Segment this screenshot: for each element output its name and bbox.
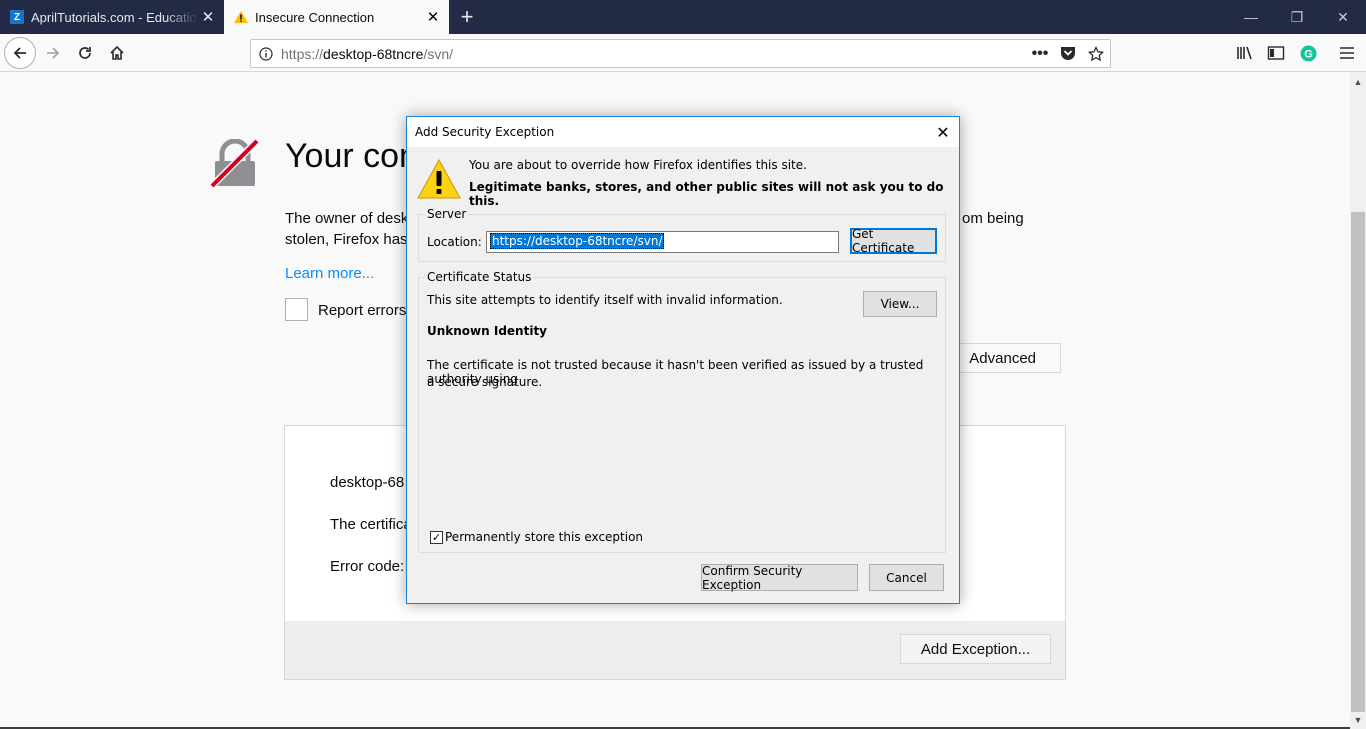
svg-text:G: G [1304,48,1313,60]
site-info-icon[interactable] [251,46,281,61]
forward-arrow-icon [47,47,60,59]
url-bar[interactable]: https://desktop-68tncre/svn/ ••• [250,39,1111,68]
sidebar-icon[interactable] [1261,38,1291,68]
navigation-toolbar: https://desktop-68tncre/svn/ ••• G [0,34,1366,72]
panel-error-code: Error code: [330,558,405,575]
tab-insecure-connection[interactable]: Insecure Connection ✕ [224,0,449,34]
home-icon [110,45,124,60]
tab-strip: Z AprilTutorials.com - Educational ✕ Ins… [0,0,1366,34]
identity-desc-line2: a secure signature. [427,375,543,389]
desc-line1-right: om being [962,210,1024,227]
bookmark-star-icon[interactable] [1082,45,1110,62]
pocket-icon[interactable] [1054,46,1082,61]
page-actions-icon[interactable]: ••• [1026,45,1054,63]
status-group-label: Certificate Status [425,270,534,284]
report-errors-checkbox[interactable] [285,298,308,321]
server-group: Server Location: https://desktop-68tncre… [418,207,946,262]
cancel-button[interactable]: Cancel [869,564,944,591]
panel-cert-text: The certifica [330,516,412,533]
advanced-button[interactable]: Advanced [947,343,1061,373]
permanently-store-checkbox[interactable]: ✓ [430,531,443,544]
url-scheme: https:// [281,45,324,62]
scrollbar-thumb[interactable] [1351,212,1365,712]
location-input[interactable]: https://desktop-68tncre/svn/ [486,231,839,253]
tab-apriltutorials[interactable]: Z AprilTutorials.com - Educational ✕ [0,0,224,34]
back-arrow-icon [13,47,26,59]
panel-footer: Add Exception... [285,621,1065,679]
scroll-up-icon[interactable]: ▲ [1350,74,1366,90]
location-value: https://desktop-68tncre/svn/ [490,233,665,249]
identity-heading: Unknown Identity [427,324,548,338]
library-icon[interactable] [1230,38,1260,68]
dialog-close-icon[interactable]: ✕ [927,123,959,142]
warning-line-2: Legitimate banks, stores, and other publ… [469,180,944,208]
panel-host-text: desktop-68 [330,474,405,491]
status-line: This site attempts to identify itself wi… [427,293,783,307]
broken-lock-icon [209,139,260,187]
tab-title: AprilTutorials.com - Educational [31,9,198,25]
home-button[interactable] [102,38,132,68]
grammarly-icon[interactable]: G [1293,38,1323,68]
desc-line2: stolen, Firefox has [285,231,408,248]
reload-icon [79,47,91,59]
tab-title: Insecure Connection [255,9,375,25]
confirm-security-exception-button[interactable]: Confirm Security Exception [701,564,858,592]
restore-icon[interactable]: ❐ [1274,0,1320,34]
report-errors-label: Report errors [318,302,407,319]
new-tab-button[interactable]: + [454,4,480,30]
url-text[interactable]: https://desktop-68tncre/svn/ [281,46,1026,62]
add-security-exception-dialog: Add Security Exception ✕ You are about t… [406,116,960,604]
page-title: Your con [285,137,418,175]
url-path: /svn/ [423,45,454,62]
desc-line1-left: The owner of desk [285,210,409,227]
menu-icon[interactable] [1332,38,1362,68]
reload-button[interactable] [70,38,100,68]
apriltutorials-favicon-icon: Z [10,10,24,24]
get-certificate-button[interactable]: Get Certificate [850,227,937,255]
scroll-down-icon[interactable]: ▼ [1350,712,1366,728]
forward-button[interactable] [38,38,68,68]
learn-more-link[interactable]: Learn more... [285,265,374,282]
dialog-titlebar: Add Security Exception ✕ [407,117,959,147]
view-certificate-button[interactable]: View... [863,291,937,317]
warning-icon [234,10,248,24]
close-tab-icon[interactable]: ✕ [423,8,443,26]
url-host: desktop-68tncre [323,45,424,62]
certificate-status-group: Certificate Status This site attempts to… [418,270,946,553]
add-exception-button[interactable]: Add Exception... [900,634,1051,664]
back-button[interactable] [4,37,36,69]
permanently-store-label[interactable]: Permanently store this exception [445,530,643,544]
warning-icon [417,159,461,199]
server-group-label: Server [425,207,469,221]
close-tab-icon[interactable]: ✕ [198,8,218,26]
minimize-icon[interactable]: — [1228,0,1274,34]
location-label: Location: [427,235,482,249]
window-close-icon[interactable]: ✕ [1320,0,1366,34]
warning-line-1: You are about to override how Firefox id… [469,158,807,172]
dialog-title: Add Security Exception [415,125,555,139]
